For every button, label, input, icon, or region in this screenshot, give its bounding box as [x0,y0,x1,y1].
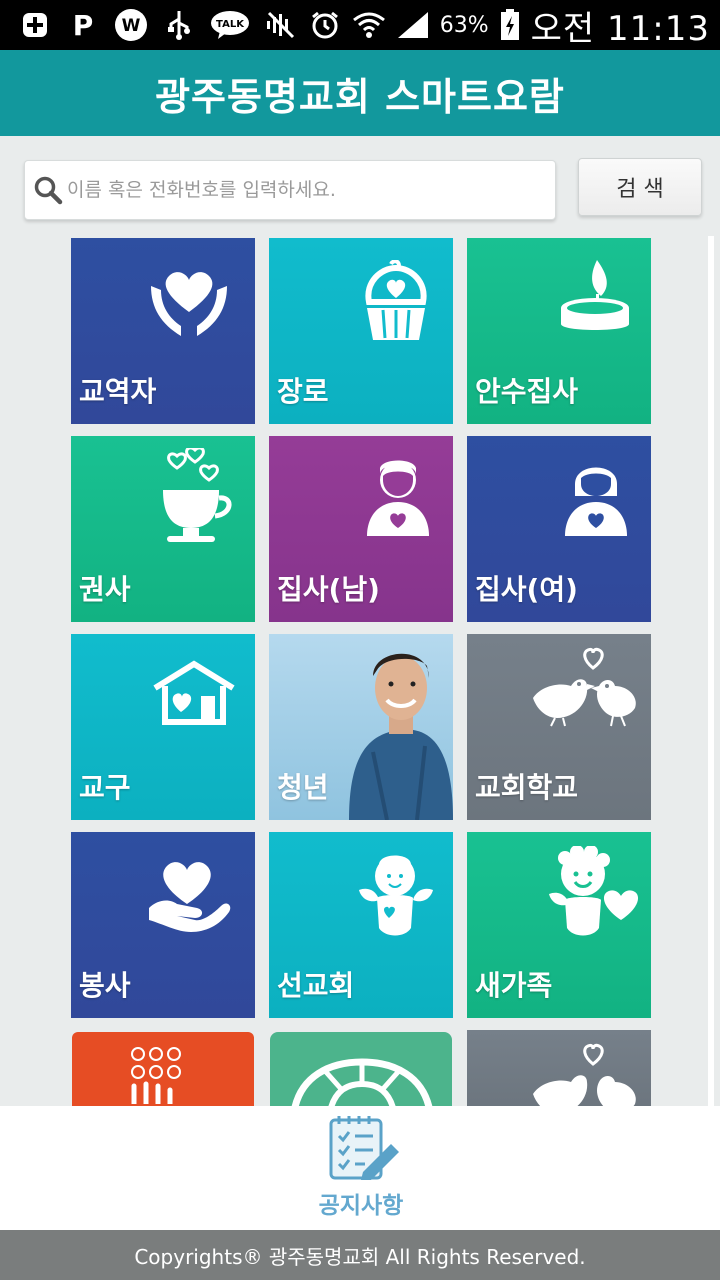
tile-sign-language[interactable] [72,1032,254,1106]
notice-label: 공지사항 [318,1193,404,1219]
turtle-shell-icon [291,1058,433,1106]
search-icon [34,176,63,205]
cherub-heart-icon [549,846,639,936]
signal-icon [396,8,430,42]
coffee-cup-hearts-icon [163,448,232,542]
tile-label: 집사(여) [475,573,578,606]
mute-icon [264,8,298,42]
tile-senior-deaconesses[interactable]: 권사 [71,436,255,622]
tile-label: 안수집사 [475,375,579,408]
tile-church-school-2[interactable] [467,1030,651,1106]
search-box[interactable] [24,160,556,220]
tile-youth[interactable]: 청년 [269,634,453,820]
tile-new-family[interactable]: 새가족 [467,832,651,1018]
tile-label: 권사 [79,573,131,606]
tile-label: 청년 [277,771,329,804]
app-header: 광주동명교회 스마트요람 [0,50,720,136]
tile-label: 교회학교 [475,771,579,804]
tile-label: 장로 [277,375,329,408]
tile-label: 봉사 [79,969,131,1002]
birds-heart-icon [533,647,636,727]
search-button[interactable]: 검 색 [578,158,702,216]
page-title: 광주동명교회 스마트요람 [155,74,565,119]
plus-icon [18,8,52,42]
tile-label: 선교회 [277,969,355,1002]
search-input[interactable] [67,179,555,201]
parking-icon: P [72,8,94,42]
clock: 오전 11:13 [530,8,710,49]
scrollbar[interactable] [708,236,714,1106]
tile-ordained-deacons[interactable]: 안수집사 [467,238,651,424]
battery-percent: 63% [439,12,489,38]
alarm-icon [308,8,342,42]
birds-heart-icon [533,1043,636,1106]
tile-turtle[interactable] [270,1032,452,1106]
tile-districts[interactable]: 교구 [71,634,255,820]
braille-hand-icon [131,1047,181,1104]
man-heart-icon [367,460,429,536]
candle-icon [561,260,629,330]
w-icon: W [114,8,148,42]
tile-label: 교역자 [79,375,157,408]
tile-label: 집사(남) [277,573,380,606]
angel-icon [359,855,433,936]
bottom-nav: 공지사항 [0,1106,720,1230]
svg-text:W: W [122,16,141,36]
woman-heart-icon [565,467,627,536]
talk-icon: TALK [210,8,250,42]
notepad-pencil-icon [329,1116,399,1180]
tile-service[interactable]: 봉사 [71,832,255,1018]
young-man-photo [349,653,453,820]
usb-icon [162,8,196,42]
hand-heart-icon [149,862,231,932]
tile-deacons-male[interactable]: 집사(남) [269,436,453,622]
tile-church-school[interactable]: 교회학교 [467,634,651,820]
notice-button[interactable]: 공지사항 [306,1114,416,1224]
tile-ministers[interactable]: 교역자 [71,238,255,424]
battery-icon [499,8,521,42]
copyright-text: Copyrights® 광주동명교회 All Rights Reserved. [134,1244,586,1269]
tile-label: 교구 [79,771,131,804]
tile-elders[interactable]: 장로 [269,238,453,424]
svg-text:TALK: TALK [216,19,245,30]
menu-grid: 교역자 장로 안수집사 권사 집사(남) 집사(여) 교구 청년 교회학교 봉사… [0,236,720,1106]
tile-missions[interactable]: 선교회 [269,832,453,1018]
footer: Copyrights® 광주동명교회 All Rights Reserved. [0,1230,720,1280]
search-row: 검 색 [0,136,720,236]
wifi-icon [352,8,386,42]
status-bar: P W TALK 63% 오전 11:13 [0,0,720,50]
tile-label: 새가족 [475,969,553,1002]
tile-deacons-female[interactable]: 집사(여) [467,436,651,622]
cupcake-heart-icon [365,260,427,340]
hands-heart-icon [151,272,227,336]
house-heart-icon [153,660,235,725]
